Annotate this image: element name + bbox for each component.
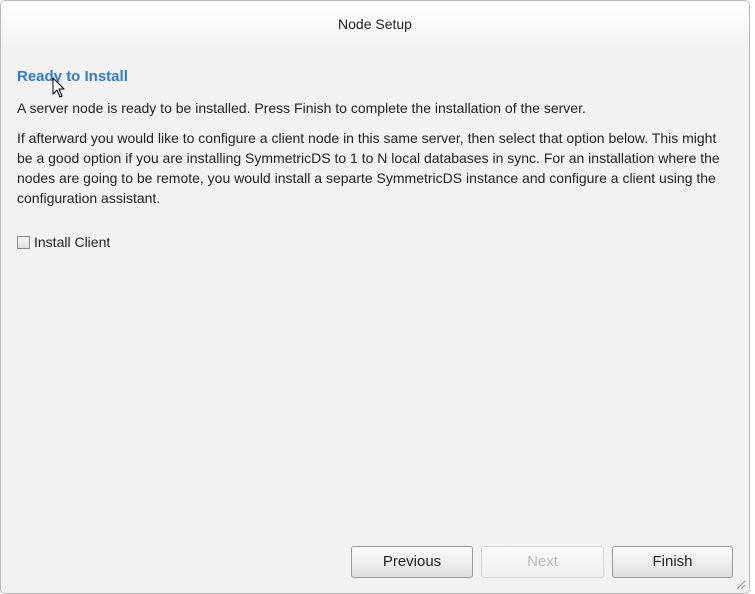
page-heading: Ready to Install — [17, 68, 128, 85]
resize-grip-icon[interactable] — [734, 578, 746, 590]
dialog-title: Node Setup — [338, 16, 412, 32]
install-client-checkbox[interactable] — [17, 235, 30, 249]
mouse-cursor-icon — [52, 77, 65, 98]
dialog-titlebar: Node Setup — [1, 1, 749, 45]
finish-button[interactable]: Finish — [612, 546, 733, 578]
dialog-content: Ready to Install A server node is ready … — [17, 45, 733, 250]
install-client-label: Install Client — [34, 234, 111, 250]
client-info-paragraph: If afterward you would like to configure… — [17, 130, 720, 206]
node-setup-dialog: Node Setup Ready to Install A server nod… — [0, 0, 750, 594]
previous-button[interactable]: Previous — [351, 546, 473, 578]
intro-paragraph: A server node is ready to be installed. … — [17, 100, 586, 116]
next-button[interactable]: Next — [481, 546, 604, 578]
install-client-option[interactable]: Install Client — [17, 234, 733, 250]
